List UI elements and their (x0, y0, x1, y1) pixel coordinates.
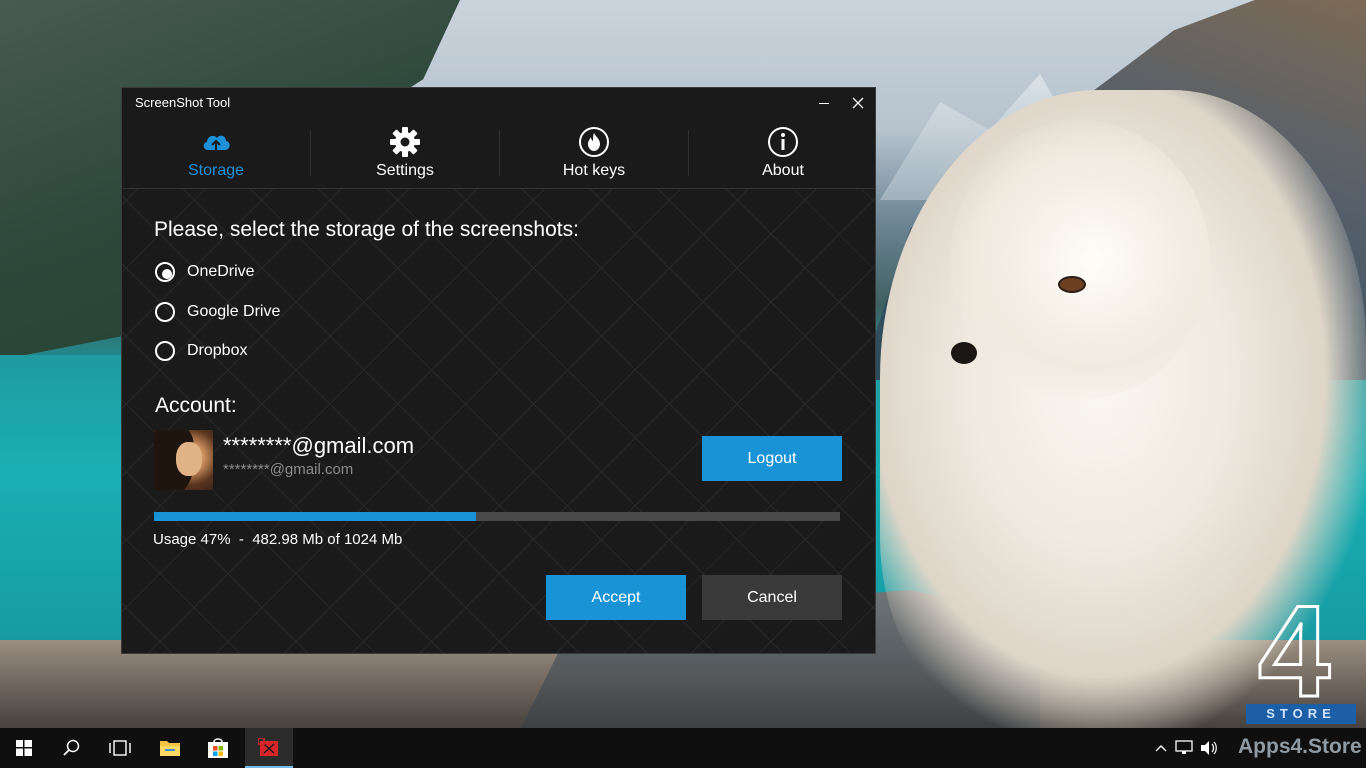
store-bag-icon (208, 738, 228, 758)
screenshot-tool-window: ScreenShot Tool Storage Settings Hot key… (121, 87, 876, 654)
wallpaper-dog-nose (951, 342, 977, 364)
account-heading: Account: (155, 394, 237, 417)
usage-text: Usage 47% - 482.98 Mb of 1024 Mb (153, 531, 403, 548)
screenshot-tool-taskbar-button[interactable] (245, 728, 293, 768)
window-title: ScreenShot Tool (135, 95, 231, 110)
account-email-secondary: ********@gmail.com (223, 461, 354, 478)
task-view-button[interactable] (96, 728, 144, 768)
tab-storage[interactable]: Storage (122, 124, 310, 184)
flame-icon (579, 127, 609, 157)
store-button[interactable] (194, 728, 242, 768)
avatar (154, 430, 213, 490)
tab-hot-keys[interactable]: Hot keys (500, 124, 688, 184)
tab-storage-label: Storage (187, 162, 245, 179)
radio-dropbox-label: Dropbox (187, 342, 248, 359)
radio-selected-dot (162, 269, 172, 279)
gear-icon (390, 127, 420, 157)
tab-about-label: About (762, 162, 804, 179)
task-view-icon (109, 740, 131, 756)
cancel-button[interactable]: Cancel (702, 575, 842, 620)
usage-progress-fill (154, 512, 477, 521)
network-icon[interactable] (1175, 740, 1193, 756)
radio-onedrive-label: OneDrive (187, 263, 255, 280)
storage-panel: Please, select the storage of the screen… (122, 188, 875, 653)
brand-watermark: Apps4.Store (1238, 735, 1362, 758)
taskbar: Apps4.Store (0, 728, 1366, 768)
title-bar[interactable]: ScreenShot Tool (122, 88, 875, 118)
store-logo-text: STORE (1246, 704, 1356, 724)
radio-google-drive-label: Google Drive (187, 303, 281, 320)
wallpaper-dog-head (950, 120, 1210, 400)
cloud-upload-icon (203, 135, 230, 153)
search-button[interactable] (48, 728, 96, 768)
store-watermark-logo: 4 STORE (1246, 578, 1356, 726)
radio-circle (155, 262, 175, 282)
search-icon (63, 739, 80, 756)
avatar-face (176, 442, 202, 476)
account-email: ********@gmail.com (223, 433, 415, 458)
close-button[interactable] (841, 88, 875, 118)
minimize-button[interactable] (807, 88, 841, 118)
storage-heading: Please, select the storage of the screen… (154, 218, 579, 241)
info-icon (768, 127, 798, 157)
accept-button[interactable]: Accept (546, 575, 686, 620)
tab-about[interactable]: About (689, 124, 875, 184)
screenshot-tool-icon (258, 738, 278, 756)
usage-progress-bar (154, 512, 840, 521)
volume-icon[interactable] (1200, 740, 1218, 756)
nav-tabs: Storage Settings Hot keys About (122, 124, 875, 189)
chevron-up-icon[interactable] (1155, 743, 1167, 753)
store-logo-figure: 4 (1256, 578, 1331, 724)
folder-icon (160, 741, 180, 756)
file-explorer-button[interactable] (146, 728, 194, 768)
tab-settings[interactable]: Settings (311, 124, 499, 184)
radio-circle (155, 302, 175, 322)
radio-circle (155, 341, 175, 361)
wallpaper-dog-eye (1058, 276, 1086, 293)
windows-icon (16, 740, 32, 756)
tab-hot-keys-label: Hot keys (562, 162, 626, 179)
logout-button[interactable]: Logout (702, 436, 842, 481)
close-icon (852, 97, 864, 109)
tab-settings-label: Settings (376, 162, 434, 179)
start-button[interactable] (0, 728, 48, 768)
